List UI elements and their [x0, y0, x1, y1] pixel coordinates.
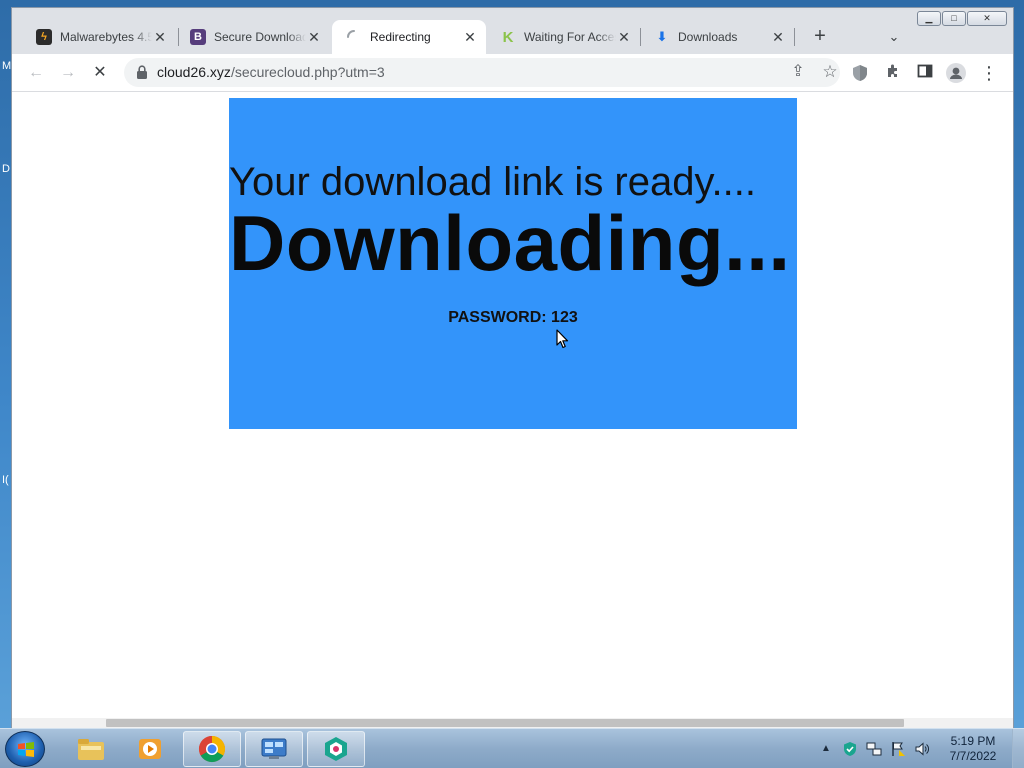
close-tab-icon[interactable]: ✕ [152, 29, 168, 45]
windows-logo-icon [18, 742, 34, 757]
extensions-puzzle-icon[interactable] [883, 63, 903, 83]
new-tab-button[interactable]: + [808, 25, 832, 49]
download-icon: ⬇ [656, 29, 668, 44]
browser-toolbar: ← → ✕ cloud26.xyz/securecloud.php?utm=3 … [12, 54, 1013, 92]
file-explorer-taskbar-button[interactable] [62, 731, 120, 767]
tab-waiting-for-access[interactable]: K Waiting For Access ✕ [486, 20, 640, 54]
tab-title: Redirecting [370, 30, 431, 44]
tab-title: Downloads [678, 30, 738, 44]
media-player-taskbar-button[interactable] [121, 731, 179, 767]
close-tab-icon[interactable]: ✕ [770, 29, 786, 45]
address-bar[interactable]: cloud26.xyz/securecloud.php?utm=3 ⇪ ☆ [124, 58, 840, 87]
tab-secure-download[interactable]: B Secure Download ✕ [176, 20, 330, 54]
start-button[interactable] [5, 731, 45, 767]
desktop-icon-label[interactable]: I( [2, 474, 9, 486]
kaspersky-icon [325, 737, 347, 761]
scrollbar-thumb[interactable] [106, 719, 904, 727]
show-desktop-button[interactable] [1012, 729, 1024, 768]
close-window-button[interactable]: ✕ [967, 11, 1007, 26]
tab-redirecting[interactable]: Redirecting ✕ [332, 20, 486, 54]
bootstrap-icon: B [190, 29, 206, 45]
lock-icon[interactable] [136, 65, 148, 79]
close-tab-icon[interactable]: ✕ [616, 29, 632, 45]
stop-loading-icon[interactable]: ✕ [90, 63, 110, 83]
control-panel-icon [261, 738, 287, 759]
maximize-button[interactable]: □ [942, 11, 966, 26]
page-viewport: Your download link is ready.... Download… [12, 92, 1013, 718]
kebab-menu-icon[interactable]: ⋮ [979, 63, 999, 83]
taskbar-clock[interactable]: 5:19 PM 7/7/2022 [938, 734, 1008, 764]
url-path: /securecloud.php?utm=3 [230, 64, 385, 80]
close-tab-icon[interactable]: ✕ [306, 29, 322, 45]
loading-spinner-icon [346, 29, 362, 45]
mouse-cursor-icon [556, 329, 569, 349]
chrome-browser-window: ϟ Malwarebytes 4.5 ✕ B Secure Download ✕… [11, 7, 1014, 728]
tab-title: Secure Download [214, 30, 306, 44]
lightning-icon: ϟ [36, 29, 52, 45]
chrome-icon [198, 735, 226, 763]
media-player-icon [139, 739, 161, 759]
download-banner[interactable]: Your download link is ready.... Download… [229, 98, 797, 429]
tab-strip: ϟ Malwarebytes 4.5 ✕ B Secure Download ✕… [12, 8, 1013, 54]
close-tab-icon[interactable]: ✕ [462, 29, 478, 45]
action-center-flag-icon[interactable] [890, 741, 906, 757]
tab-divider [794, 28, 795, 46]
downloading-heading: Downloading... [229, 199, 791, 287]
chrome-taskbar-button[interactable] [183, 731, 241, 767]
bookmark-star-icon[interactable]: ☆ [820, 62, 840, 82]
clock-date: 7/7/2022 [949, 749, 997, 763]
url-text[interactable]: cloud26.xyz/securecloud.php?utm=3 [157, 64, 385, 80]
show-hidden-icons-chevron-icon[interactable]: ▲ [818, 741, 834, 757]
control-panel-taskbar-button[interactable] [245, 731, 303, 767]
file-explorer-icon [78, 739, 104, 760]
minimize-button[interactable]: ▁ [917, 11, 941, 26]
tab-malwarebytes[interactable]: ϟ Malwarebytes 4.5 ✕ [22, 20, 176, 54]
tab-title: Malwarebytes 4.5 [60, 30, 152, 44]
back-arrow-icon[interactable]: ← [26, 63, 46, 83]
side-panel-icon[interactable] [915, 63, 935, 83]
forward-arrow-icon[interactable]: → [58, 63, 78, 83]
profile-avatar-icon[interactable] [946, 63, 966, 83]
shield-check-icon[interactable] [842, 741, 858, 757]
k-icon: K [502, 28, 514, 46]
desktop-icon-label[interactable]: M [2, 60, 11, 72]
horizontal-scrollbar[interactable] [12, 718, 1013, 728]
url-host: cloud26.xyz [157, 64, 231, 80]
shield-extension-icon[interactable] [852, 64, 868, 82]
tab-downloads[interactable]: ⬇ Downloads ✕ [640, 20, 794, 54]
volume-icon[interactable] [914, 741, 930, 757]
tab-title: Waiting For Access [524, 30, 616, 44]
desktop-icon-label[interactable]: D [2, 163, 10, 175]
tab-search-chevron-icon[interactable]: ⌄ [884, 25, 904, 49]
share-icon[interactable]: ⇪ [788, 62, 808, 82]
password-label: PASSWORD: 123 [448, 309, 578, 326]
kaspersky-taskbar-button[interactable] [307, 731, 365, 767]
network-icon[interactable] [866, 741, 882, 757]
windows-taskbar: ▲ 5:19 PM 7/7/2022 [0, 728, 1024, 768]
clock-time: 5:19 PM [950, 734, 996, 748]
